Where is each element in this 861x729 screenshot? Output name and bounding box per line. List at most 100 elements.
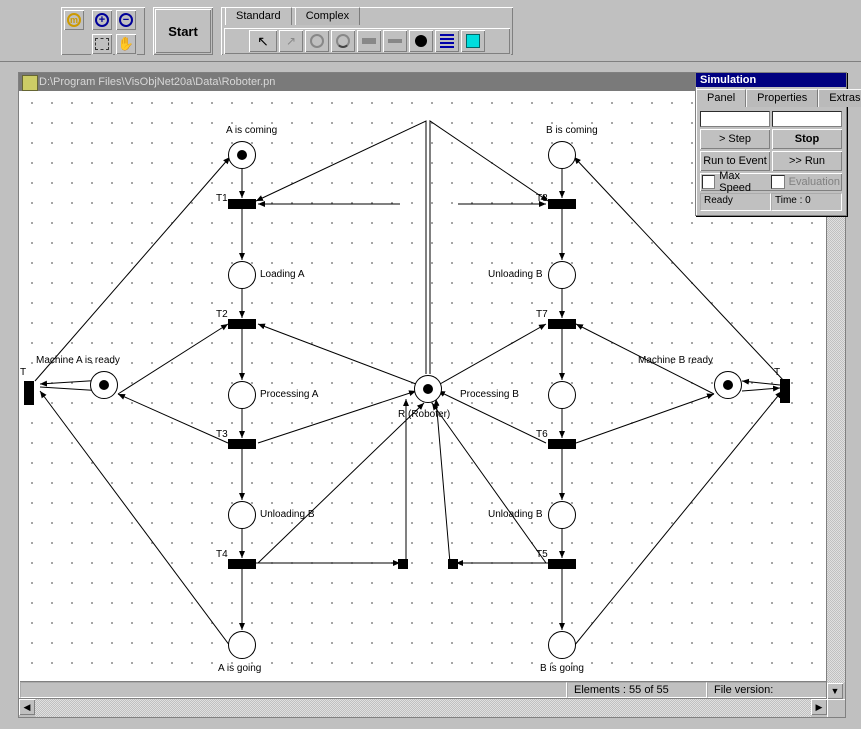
scroll-left-button[interactable]: ◀ <box>19 699 35 715</box>
place-c-tool[interactable] <box>330 29 356 53</box>
trans-t3[interactable] <box>228 439 256 449</box>
status-elements: Elements : 55 of 55 <box>567 682 707 698</box>
label-a-coming: A is coming <box>226 125 277 136</box>
trans-narrow-tool[interactable] <box>382 29 408 53</box>
lines-icon <box>440 34 454 48</box>
place-b-coming[interactable] <box>548 141 576 169</box>
label-t6: T6 <box>536 429 548 440</box>
plus-icon: + <box>95 13 109 27</box>
scroll-down-button[interactable]: ▼ <box>827 683 843 699</box>
sim-tab-properties[interactable]: Properties <box>746 89 818 107</box>
token <box>237 150 247 160</box>
place-machine-b[interactable] <box>714 371 742 399</box>
place-loading-a[interactable] <box>228 261 256 289</box>
trans-center-right[interactable] <box>448 559 458 569</box>
select-area-button[interactable] <box>91 33 113 55</box>
label-processing-b: Processing B <box>460 389 519 400</box>
status-spacer <box>20 682 567 698</box>
tab-standard[interactable]: Standard <box>225 7 292 25</box>
trans-t7[interactable] <box>548 319 576 329</box>
place-unloading-b-top[interactable] <box>548 261 576 289</box>
place-a-going[interactable] <box>228 631 256 659</box>
place-a-coming[interactable] <box>228 141 256 169</box>
label-a-going: A is going <box>218 663 261 674</box>
label-loading-a: Loading A <box>260 269 305 280</box>
status-version: File version: <box>707 682 827 698</box>
place-unloading-b-left[interactable] <box>228 501 256 529</box>
trans-t-left[interactable] <box>24 381 34 405</box>
scroll-right-button[interactable]: ▶ <box>811 699 827 715</box>
evaluation-label: Evaluation <box>789 176 840 188</box>
simulation-title[interactable]: Simulation <box>696 73 846 87</box>
sim-status-time: Time : 0 <box>771 193 842 211</box>
scroll-corner <box>827 699 845 717</box>
label-machine-a: Machine A is ready <box>36 355 120 366</box>
trans-t1[interactable] <box>228 199 256 209</box>
fill-tool[interactable] <box>460 29 486 53</box>
trans-t5[interactable] <box>548 559 576 569</box>
trans-t6[interactable] <box>548 439 576 449</box>
token <box>723 380 733 390</box>
label-t2: T2 <box>216 309 228 320</box>
label-processing-a: Processing A <box>260 389 318 400</box>
text-tool[interactable] <box>434 29 460 53</box>
evaluation-checkbox[interactable] <box>771 175 784 189</box>
trans-t2[interactable] <box>228 319 256 329</box>
place-tool[interactable] <box>304 29 330 53</box>
marquee-icon <box>95 38 109 50</box>
label-b-coming: B is coming <box>546 125 598 136</box>
place-processing-b[interactable] <box>548 381 576 409</box>
main-toolbar: m + − ✋ Start Standard Complex ↖ <box>0 0 861 62</box>
trans-t4[interactable] <box>228 559 256 569</box>
scroll-h-track[interactable] <box>35 699 811 717</box>
token-tool[interactable] <box>408 29 434 53</box>
sim-status-ready: Ready <box>700 193 771 211</box>
trans-center-left[interactable] <box>398 559 408 569</box>
simulation-panel[interactable]: Simulation Panel Properties Extras > Ste… <box>695 72 847 216</box>
trans-wide-icon <box>362 38 376 44</box>
stop-button[interactable]: Stop <box>772 129 842 149</box>
start-label: Start <box>168 24 198 39</box>
label-t1: T1 <box>216 193 228 204</box>
m-icon: m <box>67 13 81 27</box>
arc-icon: ↗ <box>286 34 296 48</box>
place-machine-a[interactable] <box>90 371 118 399</box>
tab-complex[interactable]: Complex <box>295 7 360 25</box>
sim-field-left[interactable] <box>700 111 770 127</box>
zoom-out-button[interactable]: − <box>115 9 137 31</box>
sim-tab-extras[interactable]: Extras <box>818 89 861 107</box>
token <box>423 384 433 394</box>
pointer-tool[interactable]: ↖ <box>248 29 278 53</box>
label-roboter: R (Roboter) <box>398 409 450 420</box>
place-roboter[interactable] <box>414 375 442 403</box>
label-t4: T4 <box>216 549 228 560</box>
label-t-left: T <box>20 367 26 378</box>
start-button[interactable]: Start <box>154 8 212 54</box>
token <box>99 380 109 390</box>
run-to-event-button[interactable]: Run to Event <box>700 151 770 171</box>
trans-t8[interactable] <box>548 199 576 209</box>
label-t7: T7 <box>536 309 548 320</box>
place-b-going[interactable] <box>548 631 576 659</box>
place-processing-a[interactable] <box>228 381 256 409</box>
horizontal-scrollbar[interactable]: ◀ ▶ <box>19 698 827 717</box>
trans-t-right[interactable] <box>780 379 790 403</box>
arc-tool[interactable]: ↗ <box>278 29 304 53</box>
pan-button[interactable]: ✋ <box>115 33 137 55</box>
step-button[interactable]: > Step <box>700 129 770 149</box>
sim-tab-panel[interactable]: Panel <box>696 89 746 107</box>
zoom-in-button[interactable]: + <box>91 9 113 31</box>
mode-m-button[interactable]: m <box>63 9 85 31</box>
minus-icon: − <box>119 13 133 27</box>
hand-icon: ✋ <box>118 36 134 52</box>
sim-field-right[interactable] <box>772 111 842 127</box>
trans-wide-tool[interactable] <box>356 29 382 53</box>
run-button[interactable]: >> Run <box>772 151 842 171</box>
label-b-going: B is going <box>540 663 584 674</box>
max-speed-checkbox[interactable] <box>702 175 715 189</box>
circle-c-icon <box>336 34 350 48</box>
place-unloading-b-right[interactable] <box>548 501 576 529</box>
label-unloading-b-top: Unloading B <box>488 269 542 280</box>
label-t5: T5 <box>536 549 548 560</box>
label-t3: T3 <box>216 429 228 440</box>
